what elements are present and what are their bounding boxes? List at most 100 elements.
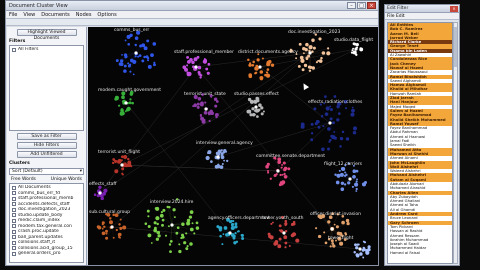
document-node[interactable] <box>183 241 187 245</box>
document-node[interactable] <box>218 228 222 232</box>
filter-item[interactable]: All Filters <box>12 47 81 53</box>
checkbox[interactable] <box>12 207 16 212</box>
document-node[interactable] <box>352 47 354 50</box>
document-node[interactable] <box>199 74 203 77</box>
document-node[interactable] <box>220 149 223 152</box>
document-node[interactable] <box>118 104 121 107</box>
document-node[interactable] <box>320 115 324 118</box>
document-node[interactable] <box>355 187 358 191</box>
document-node[interactable] <box>367 245 371 249</box>
document-node[interactable] <box>204 101 207 104</box>
cluster-graph[interactable] <box>88 27 378 265</box>
cluster-node-group[interactable] <box>265 156 291 187</box>
filters-list[interactable]: All Filters <box>9 45 84 131</box>
document-node[interactable] <box>327 220 331 224</box>
document-node[interactable] <box>299 55 304 60</box>
document-node[interactable] <box>355 254 360 258</box>
document-node[interactable] <box>134 43 137 47</box>
document-node[interactable] <box>248 74 253 79</box>
maximize-button[interactable]: □ <box>357 2 366 9</box>
document-node[interactable] <box>175 231 179 235</box>
entity-list[interactable]: All Entities Bob C. Ramirez Aaron M. Bell J… <box>387 22 453 264</box>
document-node[interactable] <box>119 62 124 67</box>
document-node[interactable] <box>159 213 164 218</box>
document-node[interactable] <box>352 174 356 179</box>
document-node[interactable] <box>340 181 345 185</box>
document-node[interactable] <box>318 59 323 63</box>
cluster-label[interactable]: agency.officers.department <box>208 216 270 221</box>
document-node[interactable] <box>123 162 127 166</box>
document-node[interactable] <box>196 102 200 106</box>
document-node[interactable] <box>120 159 123 162</box>
document-node[interactable] <box>147 225 151 228</box>
document-node[interactable] <box>200 101 204 106</box>
document-node[interactable] <box>352 130 357 135</box>
document-node[interactable] <box>186 245 189 248</box>
cluster-center-node[interactable] <box>124 101 128 105</box>
document-node[interactable] <box>144 222 148 225</box>
document-node[interactable] <box>128 63 132 66</box>
document-node[interactable] <box>126 108 130 112</box>
document-node[interactable] <box>122 225 127 230</box>
document-node[interactable] <box>189 242 193 246</box>
document-node[interactable] <box>339 172 344 177</box>
unique-words-label[interactable]: Unique Words <box>51 177 82 182</box>
document-node[interactable] <box>168 243 172 246</box>
document-node[interactable] <box>341 130 345 134</box>
cluster-center-node[interactable] <box>258 65 262 69</box>
document-node[interactable] <box>256 115 259 118</box>
cluster-node-group[interactable] <box>114 90 134 116</box>
document-node[interactable] <box>221 162 224 166</box>
document-node[interactable] <box>214 104 218 108</box>
document-node[interactable] <box>346 221 350 226</box>
cluster-label[interactable]: doc.investigation_2023 <box>288 30 340 35</box>
document-node[interactable] <box>281 173 284 176</box>
document-node[interactable] <box>188 215 193 219</box>
document-node[interactable] <box>195 226 200 230</box>
document-node[interactable] <box>311 66 315 70</box>
document-node[interactable] <box>199 114 202 118</box>
document-node[interactable] <box>206 151 210 155</box>
document-node[interactable] <box>287 167 291 171</box>
document-node[interactable] <box>210 160 213 163</box>
document-node[interactable] <box>130 165 133 168</box>
document-node[interactable] <box>203 59 206 62</box>
cluster-center-node[interactable] <box>254 105 258 109</box>
document-node[interactable] <box>347 181 351 185</box>
cluster-center-node[interactable] <box>134 51 138 55</box>
document-node[interactable] <box>168 206 171 209</box>
document-node[interactable] <box>300 122 305 127</box>
hide-filters-button[interactable]: Hide Filters <box>16 142 77 149</box>
document-node[interactable] <box>351 106 354 109</box>
document-node[interactable] <box>352 51 355 54</box>
checkbox[interactable] <box>12 47 16 52</box>
cluster-center-node[interactable] <box>276 169 280 173</box>
document-node[interactable] <box>181 222 185 227</box>
document-node[interactable] <box>248 63 252 67</box>
document-node[interactable] <box>288 245 291 247</box>
checkbox[interactable] <box>12 246 16 251</box>
cluster-node-group[interactable] <box>182 55 211 79</box>
document-node[interactable] <box>284 241 288 245</box>
document-node[interactable] <box>223 148 227 153</box>
document-node[interactable] <box>234 231 237 235</box>
document-node[interactable] <box>184 67 188 72</box>
cluster-label[interactable]: terrorist.unit_flight <box>98 150 140 155</box>
document-node[interactable] <box>266 60 271 65</box>
document-node[interactable] <box>338 169 341 172</box>
document-node[interactable] <box>153 63 156 67</box>
document-node[interactable] <box>127 157 130 161</box>
menu-options[interactable]: Options <box>97 11 116 18</box>
document-node[interactable] <box>246 109 251 114</box>
document-node[interactable] <box>101 231 106 236</box>
free-words-label[interactable]: Free Words <box>11 177 36 182</box>
cluster-node-group[interactable] <box>205 148 229 169</box>
document-list[interactable]: All Documents comms_bus_err_fd staff.profe… <box>9 183 84 263</box>
cluster-node-group[interactable] <box>350 42 364 56</box>
cluster-label[interactable]: staff.professional_member <box>174 50 234 55</box>
document-node[interactable] <box>352 169 357 174</box>
cluster-label[interactable]: flight_12.carriers <box>324 162 362 167</box>
cluster-center-node[interactable] <box>216 155 220 159</box>
cluster-label[interactable]: committee.senate.department <box>256 154 325 159</box>
document-node[interactable] <box>310 132 314 135</box>
